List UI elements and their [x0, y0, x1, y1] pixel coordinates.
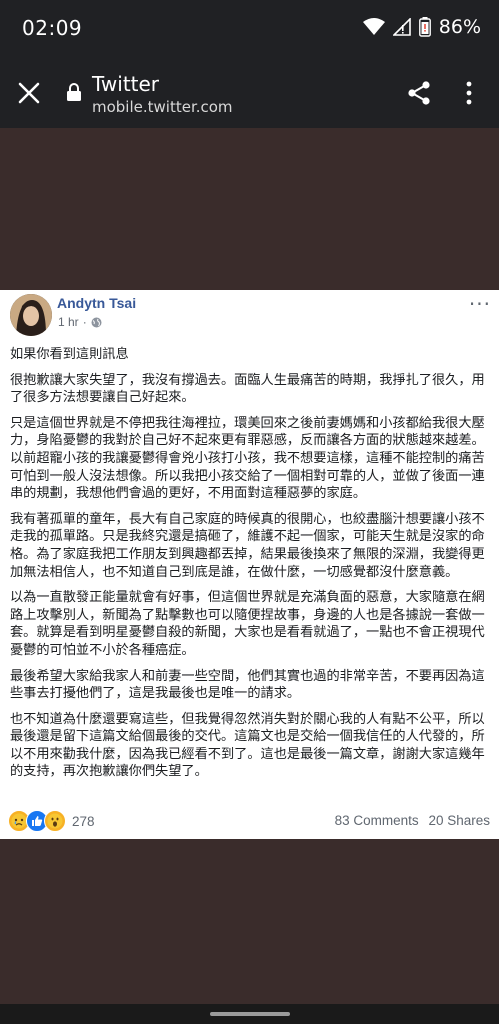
comments-count[interactable]: 83 Comments [335, 813, 419, 828]
author-name[interactable]: Andytn Tsai [57, 295, 136, 311]
post-paragraph: 以為一直散發正能量就會有好事，但這個世界就是充滿負面的惡意，大家隨意在網路上攻擊… [10, 590, 485, 658]
post-time[interactable]: 1 hr [58, 315, 79, 329]
status-time: 02:09 [22, 16, 83, 40]
post-paragraph: 如果你看到這則訊息 [10, 347, 129, 362]
lock-icon[interactable] [66, 82, 82, 102]
page-url[interactable]: mobile.twitter.com [92, 98, 233, 116]
post-body: 如果你看到這則訊息 很抱歉讓大家失望了，我沒有撐過去。面臨人生最痛苦的時期，我掙… [10, 346, 492, 789]
post-paragraph: 只是這個世界就是不停把我往海裡拉，環美回來之後前妻媽媽和小孩都給我很大壓力，身陷… [10, 415, 485, 502]
page-titles: Twitter mobile.twitter.com [92, 72, 233, 116]
globe-icon [91, 317, 102, 327]
more-options-icon[interactable]: ··· [469, 292, 491, 316]
post-paragraph: 很抱歉讓大家失望了，我沒有撐過去。面臨人生最痛苦的時期，我掙扎了很久，用了很多方… [10, 372, 485, 406]
shares-count[interactable]: 20 Shares [428, 813, 490, 828]
post-paragraph: 最後希望大家給我家人和前妻一些空間，他們其實也過的非常辛苦，不要再因為這些事去打… [10, 668, 485, 702]
wow-reaction-icon [44, 810, 66, 832]
status-icons: 86% [362, 16, 481, 38]
post-meta: 1 hr · [58, 315, 102, 329]
facebook-post: Andytn Tsai 1 hr · ··· 如果你看到這則訊息 很抱歉讓大家失… [0, 290, 499, 839]
wifi-icon [362, 18, 385, 35]
battery-percent: 86% [438, 16, 481, 38]
status-bar: 02:09 86% [0, 0, 499, 58]
more-vert-icon[interactable] [464, 80, 474, 106]
reactions-summary[interactable]: 278 [8, 810, 95, 832]
share-icon[interactable] [406, 80, 432, 106]
reaction-count[interactable]: 278 [72, 814, 95, 829]
post-paragraph: 也不知道為什麼還要寫這些，但我覺得忽然消失對於關心我的人有點不公平，所以最後還是… [10, 711, 485, 780]
cellular-signal-icon [392, 18, 411, 36]
gesture-nav-bar [0, 1004, 499, 1024]
close-icon[interactable] [16, 80, 42, 106]
home-gesture-handle[interactable] [210, 1012, 290, 1016]
custom-tab-toolbar: Twitter mobile.twitter.com [0, 58, 499, 128]
post-paragraph: 我有著孤單的童年，長大有自己家庭的時候真的很開心，也絞盡腦汁想要讓小孩不走我的孤… [10, 511, 485, 580]
avatar[interactable] [10, 294, 52, 336]
battery-icon [418, 17, 431, 37]
page-title: Twitter [92, 72, 160, 96]
meta-separator: · [82, 315, 87, 329]
engagement-counts: 83 Comments 20 Shares [335, 813, 490, 828]
